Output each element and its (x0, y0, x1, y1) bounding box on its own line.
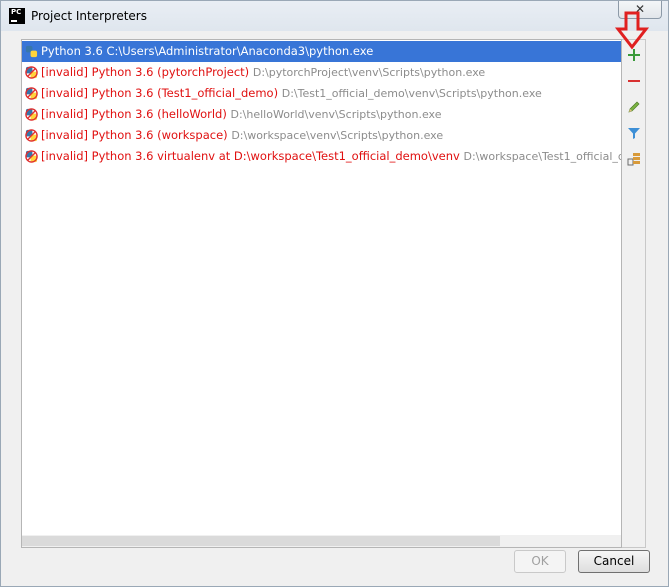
interpreter-row[interactable]: Python 3.6 C:\Users\Administrator\Anacon… (22, 41, 621, 62)
interpreter-name: [invalid] Python 3.6 virtualenv at D:\wo… (41, 149, 460, 163)
invalid-python-icon (25, 129, 38, 142)
interpreter-toolbar (622, 39, 646, 548)
interpreter-path: D:\Test1_official_demo\venv\Scripts\pyth… (281, 87, 542, 100)
interpreter-path: D:\workspace\Test1_official_de (463, 150, 621, 163)
window-title: Project Interpreters (31, 9, 147, 23)
interpreter-path: D:\workspace\venv\Scripts\python.exe (231, 129, 444, 142)
interpreter-path: C:\Users\Administrator\Anaconda3\python.… (106, 44, 374, 58)
dialog-body: Python 3.6 C:\Users\Administrator\Anacon… (8, 31, 663, 581)
interpreter-name: [invalid] Python 3.6 (Test1_official_dem… (41, 86, 279, 100)
interpreter-row[interactable]: [invalid] Python 3.6 (helloWorld) D:\hel… (22, 104, 621, 125)
interpreter-list[interactable]: Python 3.6 C:\Users\Administrator\Anacon… (21, 39, 622, 548)
horizontal-scrollbar[interactable] (22, 535, 621, 547)
cancel-button[interactable]: Cancel (578, 550, 650, 573)
interpreter-name: [invalid] Python 3.6 (workspace) (41, 128, 228, 142)
interpreter-path: D:\pytorchProject\venv\Scripts\python.ex… (252, 66, 486, 79)
pycharm-logo-icon: PC (9, 8, 25, 24)
invalid-python-icon (25, 150, 38, 163)
interpreter-path: D:\helloWorld\venv\Scripts\python.exe (230, 108, 442, 121)
invalid-python-icon (25, 108, 38, 121)
interpreter-row[interactable]: [invalid] Python 3.6 (Test1_official_dem… (22, 83, 621, 104)
show-paths-icon[interactable] (625, 150, 643, 168)
interpreter-row[interactable]: [invalid] Python 3.6 virtualenv at D:\wo… (22, 146, 621, 167)
title-bar[interactable]: PC Project Interpreters ✕ (1, 1, 668, 31)
filter-icon[interactable] (625, 124, 643, 142)
interpreter-name: Python 3.6 (41, 44, 103, 58)
python-icon (25, 45, 38, 58)
project-interpreters-dialog: PC Project Interpreters ✕ Python 3.6 C:\… (0, 0, 669, 587)
interpreter-row[interactable]: [invalid] Python 3.6 (pytorchProject) D:… (22, 62, 621, 83)
ok-button[interactable]: OK (514, 550, 566, 573)
edit-icon[interactable] (625, 98, 643, 116)
horizontal-scrollbar-thumb[interactable] (22, 536, 500, 546)
invalid-python-icon (25, 66, 38, 79)
interpreter-name: [invalid] Python 3.6 (pytorchProject) (41, 65, 250, 79)
interpreter-row[interactable]: [invalid] Python 3.6 (workspace) D:\work… (22, 125, 621, 146)
invalid-python-icon (25, 87, 38, 100)
interpreter-name: [invalid] Python 3.6 (helloWorld) (41, 107, 227, 121)
annotation-arrow-icon (614, 11, 650, 50)
remove-icon[interactable] (625, 72, 643, 90)
